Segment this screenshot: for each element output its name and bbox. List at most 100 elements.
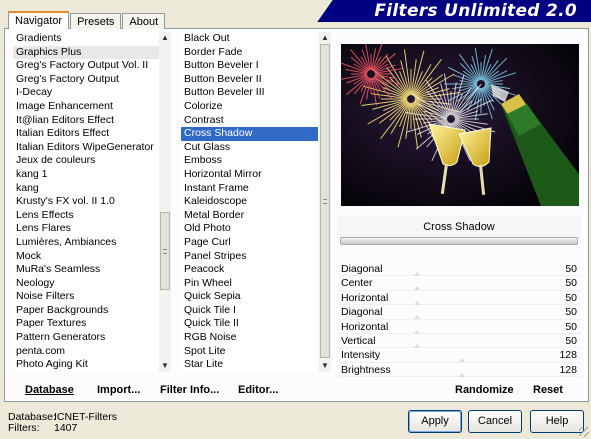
import-link[interactable]: Import...	[97, 384, 140, 396]
slider-thumb-icon[interactable]	[459, 358, 465, 363]
category-item[interactable]: Gradients	[13, 32, 161, 46]
param-row[interactable]: Diagonal 50	[339, 262, 581, 277]
filter-item[interactable]: Peacock	[181, 263, 318, 277]
filter-scrollbar[interactable]: ▲ ▼	[319, 32, 331, 372]
filter-item[interactable]: Horizontal Mirror	[181, 168, 318, 182]
category-item[interactable]: Jeux de couleurs	[13, 154, 161, 168]
slider-thumb-icon[interactable]	[459, 372, 465, 377]
category-item[interactable]: Paper Textures	[13, 317, 161, 331]
filter-item[interactable]: Spot Lite	[181, 345, 318, 359]
category-item[interactable]: Krusty's FX vol. II 1.0	[13, 195, 161, 209]
category-item[interactable]: Neology	[13, 277, 161, 291]
reset-link[interactable]: Reset	[533, 384, 563, 396]
filter-item[interactable]: Cross Shadow	[181, 127, 318, 141]
category-item[interactable]: Photo Aging Kit	[13, 358, 161, 372]
selected-filter-name: Cross Shadow	[337, 216, 581, 238]
category-item[interactable]: kang 1	[13, 168, 161, 182]
category-scrollbar[interactable]: ▲ ▼	[159, 32, 171, 372]
category-item[interactable]: Paper Backgrounds	[13, 304, 161, 318]
param-row[interactable]: Center 50	[339, 276, 581, 291]
category-item[interactable]: MuRa's Seamless	[13, 263, 161, 277]
randomize-link[interactable]: Randomize	[455, 384, 514, 396]
category-item[interactable]: Italian Editors Effect	[13, 127, 161, 141]
category-item[interactable]: Italian Editors WipeGenerator	[13, 141, 161, 155]
category-item[interactable]: Pattern Generators	[13, 331, 161, 345]
category-item[interactable]: Lumières, Ambiances	[13, 236, 161, 250]
filter-progress-bar	[340, 237, 578, 245]
filter-item[interactable]: Quick Tile II	[181, 317, 318, 331]
slider-thumb-icon[interactable]	[414, 315, 420, 320]
filters-label: Filters:	[8, 422, 40, 434]
slider-thumb-icon[interactable]	[414, 300, 420, 305]
param-value: 50	[565, 277, 577, 290]
category-item[interactable]: Mock	[13, 250, 161, 264]
filter-item[interactable]: Quick Tile I	[181, 304, 318, 318]
tab-presets[interactable]: Presets	[70, 13, 122, 29]
app-title: Filters Unlimited 2.0	[374, 1, 577, 21]
filter-item[interactable]: Button Beveler II	[181, 73, 318, 87]
scroll-up-icon[interactable]: ▲	[159, 32, 171, 44]
filter-item[interactable]: Button Beveler I	[181, 59, 318, 73]
slider-thumb-icon[interactable]	[414, 272, 420, 276]
category-item[interactable]: penta.com	[13, 345, 161, 359]
param-name: Vertical	[341, 334, 376, 347]
param-row[interactable]: Diagonal 50	[339, 305, 581, 320]
filter-item[interactable]: Page Curl	[181, 236, 318, 250]
category-item[interactable]: Lens Flares	[13, 222, 161, 236]
filter-item[interactable]: Contrast	[181, 114, 318, 128]
filter-item[interactable]: Quick Sepia	[181, 290, 318, 304]
resize-grip-icon[interactable]	[579, 427, 589, 437]
filter-item[interactable]: Old Photo	[181, 222, 318, 236]
category-item[interactable]: I-Decay	[13, 86, 161, 100]
category-item[interactable]: It@lian Editors Effect	[13, 114, 161, 128]
category-item[interactable]: Greg's Factory Output Vol. II	[13, 59, 161, 73]
tab-about[interactable]: About	[122, 13, 166, 29]
category-item[interactable]: Graphics Plus	[13, 45, 161, 60]
param-row[interactable]: Intensity 128	[339, 348, 581, 363]
filter-item[interactable]: Metal Border	[181, 209, 318, 223]
database-link[interactable]: Database	[25, 384, 74, 396]
scroll-up-icon[interactable]: ▲	[319, 32, 331, 44]
filter-item[interactable]: Black Out	[181, 32, 318, 46]
param-name: Horizontal	[341, 291, 389, 304]
filter-item[interactable]: Panel Stripes	[181, 250, 318, 264]
slider-thumb-icon[interactable]	[414, 343, 420, 348]
category-item[interactable]: Noise Filters	[13, 290, 161, 304]
preview-image	[341, 44, 579, 206]
apply-button[interactable]: Apply	[408, 410, 462, 433]
slider-thumb-icon[interactable]	[414, 329, 420, 334]
scroll-thumb[interactable]	[320, 44, 330, 358]
filter-item[interactable]: Cut Glass	[181, 141, 318, 155]
param-name: Intensity	[341, 349, 381, 362]
param-value: 50	[565, 334, 577, 347]
param-row[interactable]: Horizontal 50	[339, 320, 581, 334]
slider-thumb-icon[interactable]	[414, 286, 420, 291]
category-item[interactable]: Image Enhancement	[13, 100, 161, 114]
filter-item[interactable]: RGB Noise	[181, 331, 318, 345]
param-row[interactable]: Vertical 50	[339, 334, 581, 349]
cancel-button[interactable]: Cancel	[468, 410, 522, 433]
category-item[interactable]: Lens Effects	[13, 209, 161, 223]
param-row[interactable]: Horizontal 50	[339, 291, 581, 306]
editor-link[interactable]: Editor...	[238, 384, 278, 396]
filter-list[interactable]: Black Out Border Fade Button Beveler I Butt…	[181, 32, 318, 372]
filter-item[interactable]: Pin Wheel	[181, 277, 318, 291]
help-button[interactable]: Help	[530, 410, 584, 433]
param-name: Brightness	[341, 363, 391, 376]
filter-item[interactable]: Border Fade	[181, 46, 318, 60]
scroll-down-icon[interactable]: ▼	[159, 360, 171, 372]
category-item[interactable]: kang	[13, 182, 161, 196]
filter-item[interactable]: Kaleidoscope	[181, 195, 318, 209]
tab-navigator[interactable]: Navigator	[8, 11, 70, 29]
scroll-thumb[interactable]	[160, 212, 170, 290]
filter-item[interactable]: Emboss	[181, 154, 318, 168]
scroll-down-icon[interactable]: ▼	[319, 360, 331, 372]
category-list[interactable]: Gradients Graphics Plus Greg's Factory Out…	[13, 32, 161, 372]
filter-item[interactable]: Colorize	[181, 100, 318, 114]
filter-item[interactable]: Instant Frame	[181, 182, 318, 196]
category-item[interactable]: Greg's Factory Output	[13, 73, 161, 87]
filter-item[interactable]: Button Beveler III	[181, 86, 318, 100]
filter-item[interactable]: Star Lite	[181, 358, 318, 372]
filter-info-link[interactable]: Filter Info...	[160, 384, 219, 396]
param-row[interactable]: Brightness 128	[339, 363, 581, 378]
